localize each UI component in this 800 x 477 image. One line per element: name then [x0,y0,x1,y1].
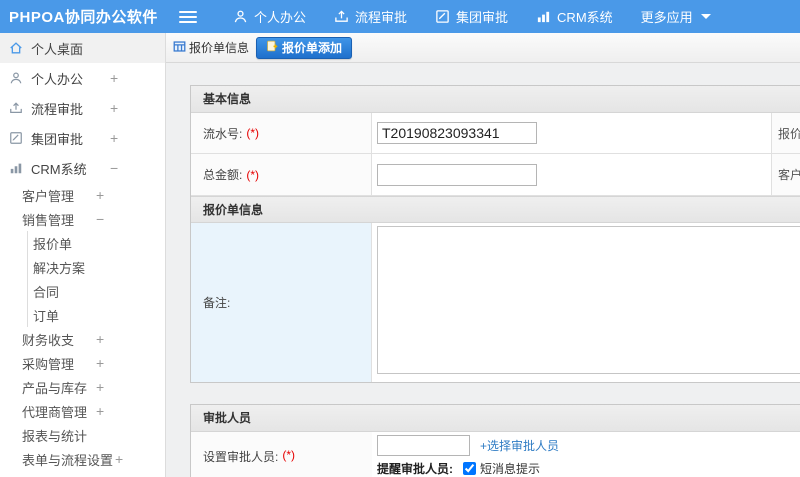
sidebar-item-finance[interactable]: 财务收支 + [0,327,165,351]
sales-submenu: 报价单 解决方案 合同 订单 [27,231,165,327]
serial-number-input[interactable] [377,122,537,144]
form-content: 基本信息 流水号: (*) 报价时间: 总金额: (*) [166,63,800,477]
sidebar-item-form-workflow-settings[interactable]: 表单与流程设置 + [0,447,165,471]
collapse-icon[interactable]: − [96,212,104,226]
user-icon [233,9,248,24]
collapse-icon[interactable]: − [110,161,118,175]
main-area: 报价单信息 报价单添加 基本信息 流水号: (*) T2019082309334… [166,33,800,477]
select-approver-link[interactable]: +选择审批人员 [480,437,559,454]
chart-icon [536,9,551,24]
tab-quotation-add[interactable]: 报价单添加 [256,36,353,59]
chart-icon [9,161,31,175]
app-logo: PHPOA协同办公软件 [9,9,158,26]
edit-icon [435,9,450,24]
flow-icon [334,9,349,24]
top-nav: 个人办公 流程审批 集团审批 CRM系统 更多应用 [219,0,725,33]
sidebar-item-group-approval[interactable]: 集团审批 + [0,123,165,153]
quotation-form-panel: 基本信息 流水号: (*) 报价时间: 总金额: (*) [190,85,800,383]
required-marker: (*) [246,126,260,140]
expand-icon[interactable]: + [96,380,104,394]
form-row-set-approvers: 设置审批人员: (*) +选择审批人员 提醒审批人员: 短消息提示 [191,432,800,477]
sidebar-item-agent-management[interactable]: 代理商管理 + [0,399,165,423]
nav-group-approval[interactable]: 集团审批 [421,0,522,33]
section-title-approvers: 审批人员 [191,405,800,432]
expand-icon[interactable]: + [115,452,123,466]
sidebar-item-order[interactable]: 订单 [28,303,165,327]
serial-number-label-cell: 流水号: (*) [191,113,372,153]
approver-panel: 审批人员 设置审批人员: (*) +选择审批人员 提醒审批人员: 短消息提示 [190,404,800,477]
form-row-total-amount: 总金额: (*) 客户名称: [191,154,800,196]
set-approvers-label-cell: 设置审批人员: (*) [191,432,372,477]
expand-icon[interactable]: + [110,101,118,115]
sidebar-item-personal-office[interactable]: 个人办公 + [0,63,165,93]
expand-icon[interactable]: + [96,332,104,346]
sidebar: 个人桌面 个人办公 + 流程审批 + 集团审批 + CRM系统 − 客户管理 +… [0,33,166,477]
approver-input[interactable] [377,435,470,456]
remark-textarea[interactable] [377,226,800,374]
home-icon [9,41,31,55]
table-icon [173,40,186,56]
user-icon [9,71,31,85]
flow-icon [9,101,31,115]
sidebar-item-purchase-management[interactable]: 采购管理 + [0,351,165,375]
section-title-basic-info: 基本信息 [191,86,800,113]
sidebar-item-workflow-approval[interactable]: 流程审批 + [0,93,165,123]
top-bar: PHPOA协同办公软件 个人办公 流程审批 集团审批 CRM系统 更多应用 [0,0,800,33]
remark-label-cell: 备注: [191,223,372,382]
sidebar-item-personal-desktop[interactable]: 个人桌面 [0,33,165,63]
nav-more-apps[interactable]: 更多应用 [627,0,725,33]
quote-time-label: 报价时间: [772,113,800,153]
caret-down-icon [700,14,711,19]
sidebar-item-solution[interactable]: 解决方案 [28,255,165,279]
required-marker: (*) [246,167,260,182]
sidebar-item-customer-management[interactable]: 客户管理 + [0,183,165,207]
sms-remind-label: 短消息提示 [480,462,541,476]
required-marker: (*) [282,448,296,462]
expand-icon[interactable]: + [110,71,118,85]
form-row-serial-number: 流水号: (*) 报价时间: [191,113,800,154]
nav-workflow-approval[interactable]: 流程审批 [320,0,421,33]
hamburger-menu-icon[interactable] [179,8,199,26]
nav-crm-system[interactable]: CRM系统 [522,0,627,33]
tab-quotation-info[interactable]: 报价单信息 [173,39,249,56]
sidebar-item-quotation[interactable]: 报价单 [28,231,165,255]
remind-approver-label: 提醒审批人员: [377,462,453,476]
add-doc-icon [266,40,278,55]
expand-icon[interactable]: + [96,188,104,202]
nav-personal-office[interactable]: 个人办公 [219,0,320,33]
sidebar-item-crm-system[interactable]: CRM系统 − [0,153,165,183]
customer-name-label: 客户名称: [772,154,800,195]
tab-bar: 报价单信息 报价单添加 [166,33,800,63]
form-row-remark: 备注: [191,223,800,382]
expand-icon[interactable]: + [96,404,104,418]
sidebar-item-sales-management[interactable]: 销售管理 − [0,207,165,231]
sidebar-item-contract[interactable]: 合同 [28,279,165,303]
total-amount-input[interactable] [377,163,537,186]
sidebar-item-product-inventory[interactable]: 产品与库存 + [0,375,165,399]
sms-remind-checkbox[interactable] [463,462,476,475]
sidebar-item-reports-statistics[interactable]: 报表与统计 [0,423,165,447]
section-title-quotation-info: 报价单信息 [191,196,800,223]
expand-icon[interactable]: + [110,131,118,145]
expand-icon[interactable]: + [96,356,104,370]
edit-icon [9,131,31,145]
total-amount-label-cell: 总金额: (*) [191,154,372,195]
